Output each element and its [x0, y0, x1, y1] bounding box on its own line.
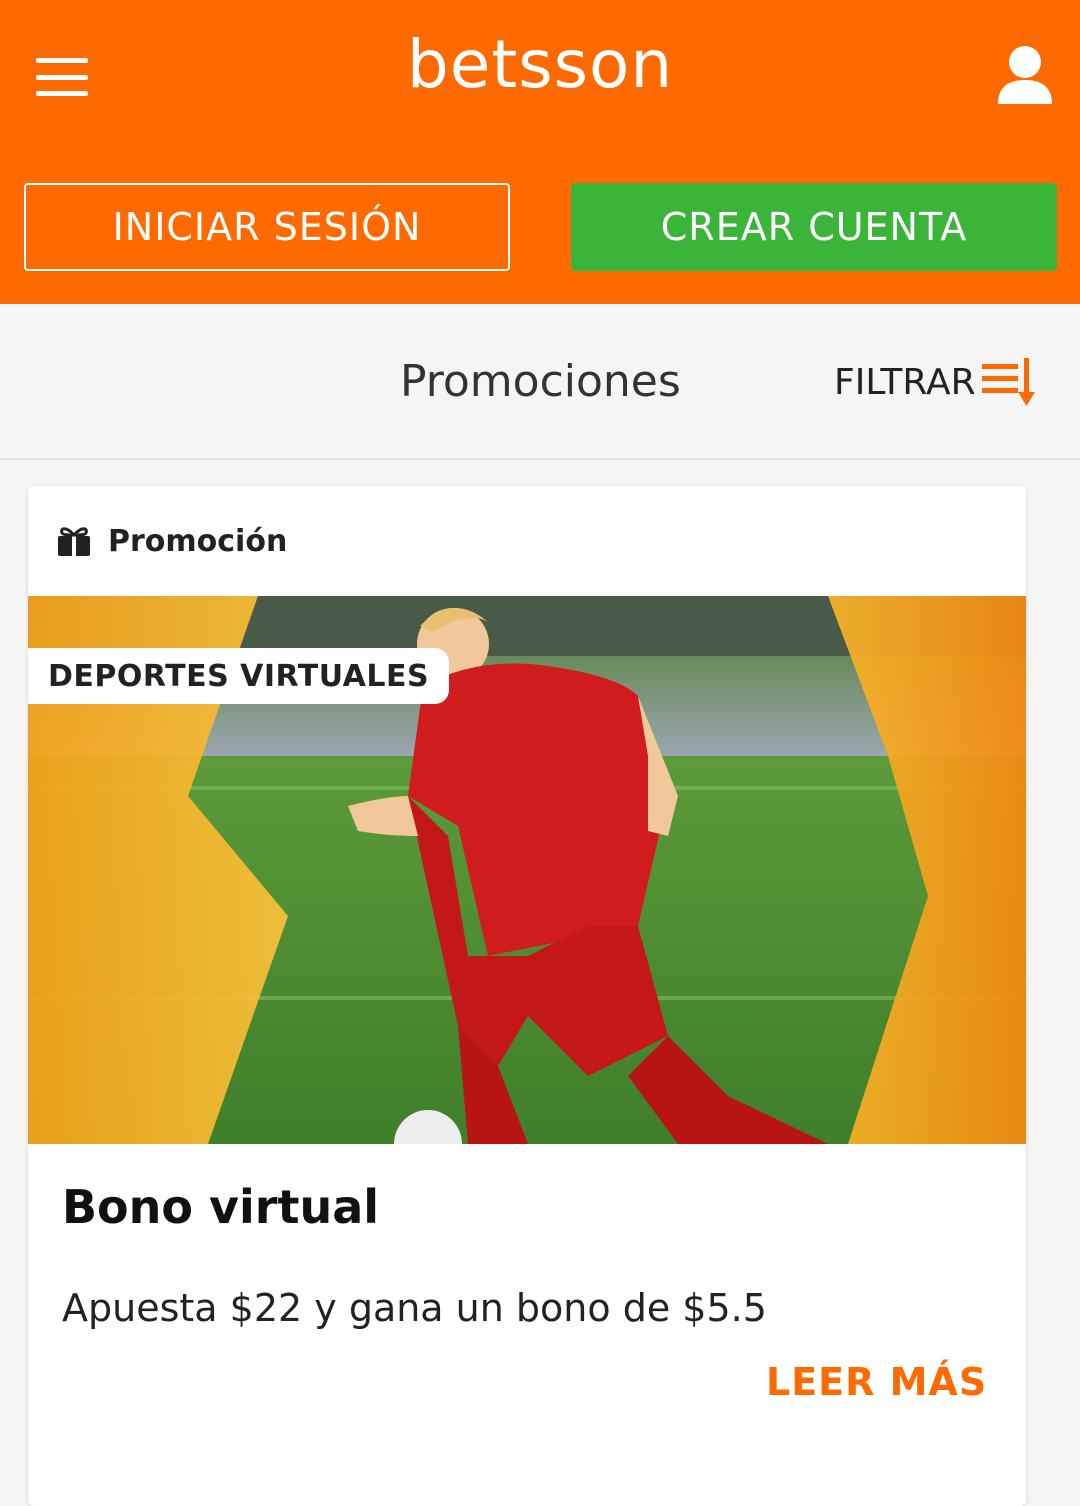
login-button[interactable]: INICIAR SESIÓN: [24, 183, 510, 271]
register-button[interactable]: CREAR CUENTA: [571, 183, 1057, 271]
top-header: betsson INICIAR SESIÓN CREAR CUENTA: [0, 0, 1080, 304]
gift-icon: [58, 527, 90, 556]
promo-card[interactable]: Promoción DEPORTES VIRTUALES Bono virtua…: [28, 486, 1026, 1506]
read-more-link[interactable]: LEER MÁS: [766, 1360, 987, 1404]
card-header: Promoción: [28, 486, 1026, 596]
promo-banner-image[interactable]: DEPORTES VIRTUALES: [28, 596, 1026, 1144]
category-tag: DEPORTES VIRTUALES: [28, 648, 450, 704]
auth-buttons: INICIAR SESIÓN CREAR CUENTA: [24, 183, 1057, 271]
promo-description: Apuesta $22 y gana un bono de $5.5: [62, 1286, 767, 1330]
page-title: Promociones: [400, 356, 681, 407]
promo-title: Bono virtual: [62, 1180, 380, 1234]
filter-sort-icon: [981, 358, 1035, 406]
filter-label: FILTRAR: [834, 361, 976, 403]
filter-button[interactable]: FILTRAR: [834, 356, 1040, 408]
promotions-subheader: Promociones FILTRAR: [0, 304, 1080, 460]
promo-type-label: Promoción: [108, 523, 288, 559]
betsson-logo[interactable]: betsson: [0, 26, 1080, 103]
user-icon[interactable]: [996, 44, 1054, 106]
